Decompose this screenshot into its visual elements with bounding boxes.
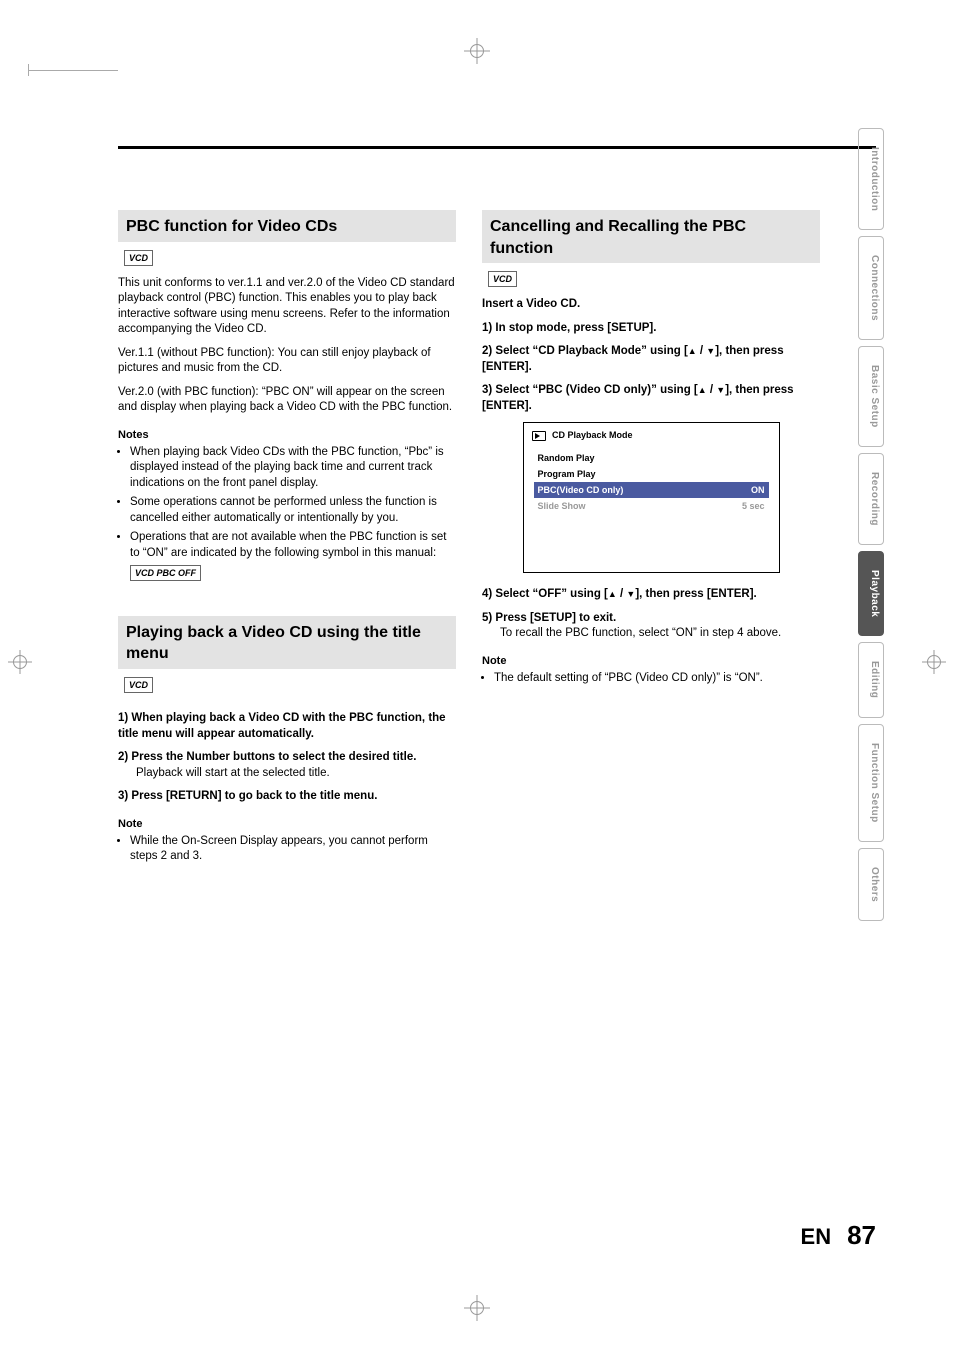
arrow-down-icon bbox=[706, 345, 715, 357]
vcd-badge: VCD bbox=[488, 271, 517, 287]
page-number: 87 bbox=[847, 1220, 876, 1251]
arrow-down-icon bbox=[626, 588, 635, 600]
tab-function-setup[interactable]: Function Setup bbox=[858, 724, 884, 842]
step-5: 5) Press [SETUP] to exit. To recall the … bbox=[482, 611, 820, 642]
crop-mark-bottom bbox=[464, 1295, 490, 1321]
tab-basic-setup[interactable]: Basic Setup bbox=[858, 346, 884, 447]
arrow-down-icon bbox=[716, 384, 725, 396]
note-item: Operations that are not available when t… bbox=[130, 530, 456, 582]
vcd-badge: VCD bbox=[124, 677, 153, 693]
tab-playback[interactable]: Playback bbox=[858, 551, 884, 636]
section-heading-pbc-function: PBC function for Video CDs bbox=[118, 210, 456, 242]
vcd-badge: VCD bbox=[124, 250, 153, 266]
heading-text: Playing back a Video CD using the title … bbox=[126, 622, 448, 665]
heading-text: PBC function for Video CDs bbox=[126, 216, 448, 238]
tab-editing[interactable]: Editing bbox=[858, 642, 884, 717]
step-1: 1) When playing back a Video CD with the… bbox=[118, 711, 456, 742]
section-heading-cancelling-pbc: Cancelling and Recalling the PBC functio… bbox=[482, 210, 820, 263]
crop-mark-right bbox=[922, 650, 946, 674]
footer-lang: EN bbox=[801, 1224, 832, 1250]
note-item: Some operations cannot be performed unle… bbox=[130, 495, 456, 526]
tab-introduction[interactable]: Introduction bbox=[858, 128, 884, 230]
tab-others[interactable]: Others bbox=[858, 848, 884, 921]
note-list: While the On-Screen Display appears, you… bbox=[118, 834, 456, 865]
note-heading: Note bbox=[118, 817, 456, 832]
menu-title: CD Playback Mode bbox=[524, 423, 779, 447]
notes-heading: Notes bbox=[118, 428, 456, 443]
arrow-up-icon bbox=[608, 588, 617, 600]
step-1: 1) In stop mode, press [SETUP]. bbox=[482, 321, 820, 337]
section-heading-playing-back: Playing back a Video CD using the title … bbox=[118, 616, 456, 669]
note-item: When playing back Video CDs with the PBC… bbox=[130, 445, 456, 492]
page: Introduction Connections Basic Setup Rec… bbox=[0, 0, 954, 1351]
insert-video-cd: Insert a Video CD. bbox=[482, 297, 820, 313]
heading-text: Cancelling and Recalling the PBC functio… bbox=[490, 216, 812, 259]
tab-recording[interactable]: Recording bbox=[858, 453, 884, 545]
menu-row-pbc-selected: PBC(Video CD only)ON bbox=[534, 482, 769, 498]
content-columns: PBC function for Video CDs VCD This unit… bbox=[118, 210, 820, 873]
tab-connections[interactable]: Connections bbox=[858, 236, 884, 340]
step-4: 4) Select “OFF” using [ / ], then press … bbox=[482, 587, 820, 603]
right-column: Cancelling and Recalling the PBC functio… bbox=[482, 210, 820, 873]
arrow-up-icon bbox=[698, 384, 707, 396]
vcd-pbc-off-badge: VCD PBC OFF bbox=[130, 565, 201, 581]
page-footer: EN 87 bbox=[801, 1220, 876, 1251]
menu-row-slideshow: Slide Show5 sec bbox=[534, 498, 769, 514]
paragraph: Ver.1.1 (without PBC function): You can … bbox=[118, 346, 456, 377]
paragraph: This unit conforms to ver.1.1 and ver.2.… bbox=[118, 276, 456, 338]
onscreen-menu: CD Playback Mode Random Play Program Pla… bbox=[523, 422, 780, 573]
crop-mark-top bbox=[464, 38, 490, 64]
step-3: 3) Select “PBC (Video CD only)” using [ … bbox=[482, 383, 820, 414]
note-heading: Note bbox=[482, 654, 820, 669]
header-rule bbox=[118, 146, 876, 149]
paragraph: Ver.2.0 (with PBC function): “PBC ON” wi… bbox=[118, 385, 456, 416]
notes-list: When playing back Video CDs with the PBC… bbox=[118, 445, 456, 582]
play-disc-icon bbox=[532, 431, 546, 441]
side-tabs: Introduction Connections Basic Setup Rec… bbox=[858, 128, 884, 927]
crop-mark-left bbox=[8, 650, 32, 674]
note-list: The default setting of “PBC (Video CD on… bbox=[482, 671, 820, 687]
note-item: While the On-Screen Display appears, you… bbox=[130, 834, 456, 865]
step-2: 2) Select “CD Playback Mode” using [ / ]… bbox=[482, 344, 820, 375]
left-column: PBC function for Video CDs VCD This unit… bbox=[118, 210, 456, 873]
menu-row-random: Random Play bbox=[534, 450, 769, 466]
arrow-up-icon bbox=[688, 345, 697, 357]
step-3: 3) Press [RETURN] to go back to the titl… bbox=[118, 789, 456, 805]
crop-tick bbox=[28, 64, 118, 76]
menu-row-program: Program Play bbox=[534, 466, 769, 482]
menu-list: Random Play Program Play PBC(Video CD on… bbox=[524, 448, 779, 573]
note-item: The default setting of “PBC (Video CD on… bbox=[494, 671, 820, 687]
step-2: 2) Press the Number buttons to select th… bbox=[118, 750, 456, 781]
